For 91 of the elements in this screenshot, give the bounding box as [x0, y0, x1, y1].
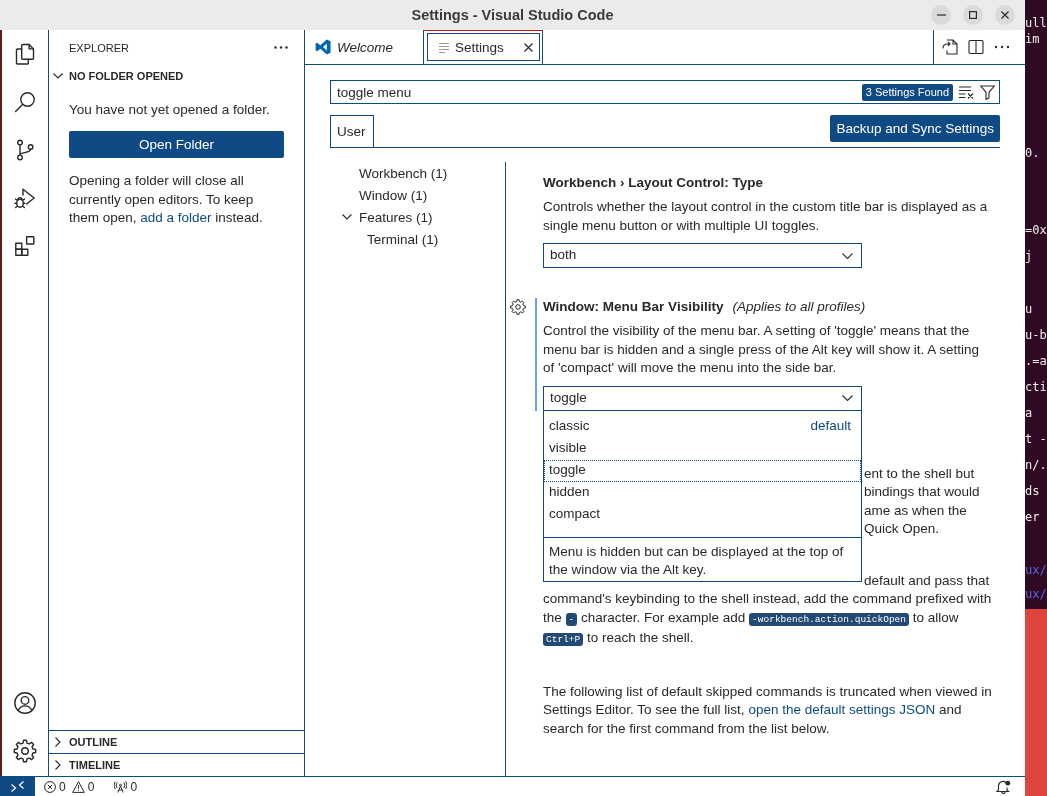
- logo-icon: [315, 39, 331, 55]
- terminal-text: =0x: [1025, 223, 1047, 237]
- terminal-text: er: [1025, 510, 1040, 524]
- document-arrow-icon[interactable]: [942, 39, 958, 55]
- account-icon[interactable]: [13, 691, 37, 715]
- result-count-badge: 3 Settings Found: [861, 83, 953, 101]
- section-header[interactable]: TIMELINE: [49, 754, 304, 776]
- maximize-icon: [969, 11, 977, 19]
- search-field[interactable]: toggle menu 3 Settings Found: [330, 80, 1000, 104]
- setting-title: Window: Menu Bar Visibility: [543, 298, 724, 316]
- setting-description: bindings that would: [864, 483, 981, 501]
- scope-note: (Applies to all profiles): [732, 298, 866, 316]
- minimize-icon: [936, 14, 946, 16]
- clear-filter-icon[interactable]: [959, 85, 974, 99]
- setting-description: command's keybinding to the shell instead, add the command prefixed with the - character. For example add -workbench.action.quickOpen to allow Ctrl+P to reach the shell.: [543, 590, 993, 648]
- editor-tab[interactable]: Welcome: [305, 30, 424, 64]
- dropdown-option[interactable]: compact: [544, 503, 861, 526]
- terminal-text: n/.: [1025, 458, 1047, 472]
- search-icon[interactable]: [13, 90, 37, 114]
- ports-button[interactable]: 0: [108, 777, 144, 796]
- remote-button[interactable]: [0, 777, 35, 796]
- warning-icon: [71, 780, 85, 793]
- close-button[interactable]: [995, 5, 1015, 25]
- terminal-text: ds: [1025, 484, 1040, 498]
- toc-item[interactable]: Workbench (1): [330, 162, 505, 184]
- gear-icon[interactable]: [510, 299, 526, 315]
- dropdown-option[interactable]: classic default: [544, 415, 861, 438]
- settings-json-link[interactable]: open the default settings JSON: [748, 702, 936, 717]
- play-bug-icon[interactable]: [13, 186, 37, 210]
- toc-item[interactable]: Terminal (1): [330, 228, 505, 250]
- editor-tab[interactable]: Settings: [424, 30, 543, 64]
- more-icon[interactable]: [274, 46, 288, 49]
- terminal-text: cti: [1025, 380, 1047, 394]
- dropdown-option[interactable]: hidden: [544, 481, 861, 504]
- option-description: Menu is hidden but can be displayed at the top of the window via the Alt key.: [548, 542, 845, 579]
- terminal-text: ux/: [1025, 563, 1047, 577]
- terminal-text: a: [1025, 406, 1033, 420]
- terminal-text: .=a: [1025, 354, 1047, 368]
- setting-description: ame as when the: [864, 501, 968, 520]
- setting-description: The following list of default skipped commands is truncated when viewed in Settings Editor. To see the full list, open the default settings JSON and search for the first command from the list below.: [543, 682, 993, 738]
- terminal-text: j: [1025, 249, 1033, 263]
- close-icon[interactable]: [524, 43, 533, 52]
- terminal-text: im: [1025, 31, 1040, 46]
- window-title: Settings - Visual Studio Code: [411, 7, 614, 23]
- setting-description: ent to the shell but: [864, 464, 976, 483]
- toc-item[interactable]: Features (1): [330, 206, 505, 228]
- toc-item[interactable]: Window (1): [330, 184, 505, 206]
- terminal-text: ull: [1025, 16, 1047, 30]
- inline-code: -workbench.action.quickOpen: [749, 612, 909, 626]
- setting-description: default and pass that: [864, 571, 991, 590]
- split-editor-icon[interactable]: [968, 39, 984, 55]
- setting-description: Controls whether the layout control in the custom title bar is displayed as a single menu button or with multiple UI toggles.: [543, 198, 989, 235]
- terminal-text: ux/: [1025, 587, 1047, 601]
- section-header[interactable]: NO FOLDER OPENED: [49, 65, 304, 87]
- remote-icon: [11, 781, 24, 792]
- inline-code: -: [565, 612, 578, 626]
- chevron-down-icon: [842, 252, 853, 259]
- dropdown-option[interactable]: toggle: [544, 459, 861, 482]
- dropdown-option[interactable]: visible: [544, 437, 861, 460]
- gear-icon[interactable]: [13, 739, 37, 763]
- setting-description: Quick Open.: [864, 520, 941, 538]
- open-folder-button[interactable]: Open Folder: [69, 131, 284, 158]
- section-header[interactable]: OUTLINE: [49, 731, 304, 753]
- explorer-title: EXPLORER: [69, 41, 129, 54]
- empty-message: You have not yet opened a folder.: [69, 101, 271, 119]
- error-icon: [44, 780, 56, 793]
- terminal-text: u: [1025, 302, 1033, 316]
- files-icon[interactable]: [13, 42, 37, 66]
- add-folder-link[interactable]: add a folder: [140, 210, 212, 225]
- extensions-icon[interactable]: [13, 234, 37, 258]
- dropdown[interactable]: toggle: [543, 385, 862, 411]
- maximize-button[interactable]: [963, 5, 983, 25]
- minimize-button[interactable]: [931, 5, 951, 25]
- scope-tab[interactable]: User: [330, 115, 374, 147]
- bell-icon[interactable]: [996, 779, 1011, 794]
- problems-button[interactable]: 0 0: [38, 777, 101, 796]
- dropdown[interactable]: both: [543, 243, 862, 268]
- filter-icon[interactable]: [980, 84, 995, 100]
- terminal-text: u-b: [1025, 328, 1047, 342]
- default-label: default: [810, 417, 851, 436]
- chevron-down-icon: [842, 395, 853, 401]
- setting-description: Control the visibility of the menu bar. A setting of 'toggle' means that the menu bar is hidden and a single press of the Alt key will show it. A setting of 'compact' will move the menu into the side bar.: [543, 322, 980, 377]
- backup-sync-button[interactable]: Backup and Sync Settings: [830, 115, 1000, 142]
- terminal-text: 0.: [1025, 146, 1040, 160]
- empty-hint: Opening a folder will close all currently open editors. To keep them open, add a folder instead.: [69, 172, 264, 227]
- inline-code: Ctrl+P: [543, 633, 584, 646]
- setting-title: Workbench › Layout Control: Type: [543, 174, 763, 192]
- lines-icon: [439, 42, 449, 53]
- close-icon: [1001, 11, 1009, 19]
- terminal-text: t -: [1025, 432, 1047, 446]
- antenna-icon: [114, 780, 128, 793]
